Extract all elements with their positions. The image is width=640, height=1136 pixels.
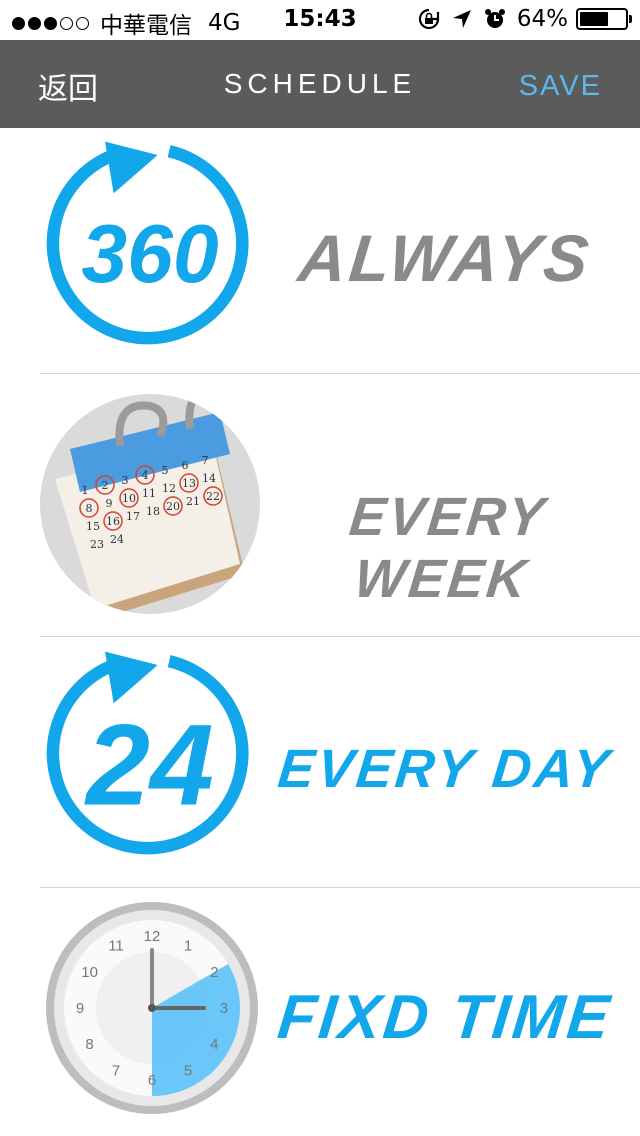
clock-number: 3 xyxy=(220,1000,228,1017)
calendar-day-number: 8 xyxy=(86,502,93,515)
calendar-day-number: 20 xyxy=(166,500,180,513)
option-label-always: ALWAYS xyxy=(295,221,595,295)
calendar-day-number: 22 xyxy=(206,490,220,503)
battery-percent: 64% xyxy=(516,6,568,32)
calendar-day-number: 12 xyxy=(162,482,176,495)
clock-number: 2 xyxy=(210,964,218,981)
calendar-day-number: 15 xyxy=(86,520,100,533)
clock-number: 12 xyxy=(144,928,161,945)
divider xyxy=(40,636,640,637)
calendar-day-number: 6 xyxy=(182,459,189,472)
clock-number: 1 xyxy=(184,938,192,955)
clock-number: 10 xyxy=(81,964,98,981)
calendar-day-number: 4 xyxy=(142,469,149,482)
24-hour-icon: 24 xyxy=(46,651,249,855)
calendar-day-number: 10 xyxy=(122,492,136,505)
clock-icon: 121234567891011 xyxy=(46,902,258,1114)
calendar-day-number: 2 xyxy=(102,479,109,492)
schedule-option-fixed-time[interactable]: 12 1 2 3 4 5 6 7 8 9 10 11 FIXD TIME xyxy=(0,890,640,1130)
battery-icon xyxy=(576,8,632,30)
calendar-day-number: 24 xyxy=(110,533,124,546)
360-icon-text: 360 xyxy=(81,209,218,300)
nav-bar: 返回 SCHEDULE SAVE xyxy=(0,40,640,128)
calendar-day-number: 5 xyxy=(162,464,169,477)
location-arrow-icon xyxy=(452,10,471,28)
24-icon-text: 24 xyxy=(84,702,214,830)
option-label-every-week: EVERY WEEK xyxy=(346,487,550,609)
calendar-day-number: 14 xyxy=(202,472,216,485)
save-button[interactable]: SAVE xyxy=(519,70,602,103)
option-label-fixed-time: FIXD TIME xyxy=(274,983,616,1052)
calendar-day-number: 17 xyxy=(126,510,140,523)
clock-number: 8 xyxy=(85,1036,93,1053)
status-right: 64% xyxy=(417,6,632,32)
option-label-every-day: EVERY DAY xyxy=(275,739,615,799)
clock-number: 4 xyxy=(210,1036,218,1053)
calendar-day-number: 11 xyxy=(142,487,156,500)
calendar-day-number: 21 xyxy=(186,495,200,508)
clock-number: 5 xyxy=(184,1062,192,1079)
clock-number: 9 xyxy=(76,1000,84,1017)
calendar-day-number: 23 xyxy=(90,538,104,551)
divider xyxy=(40,887,640,888)
calendar-day-number: 13 xyxy=(182,477,196,490)
schedule-option-always[interactable]: 360 ALWAYS xyxy=(0,132,640,372)
schedule-option-every-week[interactable]: 1 2 3 4 5 6 7 8 9 10 11 12 13 14 15 16 17 18 20 21 22 23 24 EV… xyxy=(0,374,640,614)
clock-number: 6 xyxy=(148,1072,156,1089)
calendar-day-number: 16 xyxy=(106,515,120,528)
clock-number: 11 xyxy=(108,938,124,955)
schedule-option-every-day[interactable]: 24 EVERY DAY xyxy=(0,640,640,880)
calendar-day-number: 9 xyxy=(106,497,113,510)
rotation-lock-icon xyxy=(418,8,439,30)
clock-number: 7 xyxy=(112,1062,120,1079)
calendar-day-number: 18 xyxy=(146,505,160,518)
calendar-day-number: 1 xyxy=(82,484,89,497)
status-bar: 中華電信 4G 15:43 64% xyxy=(0,0,640,40)
alarm-icon xyxy=(484,9,505,28)
360-icon: 360 xyxy=(46,141,249,345)
calendar-day-number: 3 xyxy=(122,474,129,487)
calendar-day-number: 7 xyxy=(202,454,209,467)
calendar-icon: 1 2 3 4 5 6 78 9 10 11 12 13 1415 16 17 18 20 21 2223 24 xyxy=(40,394,260,614)
